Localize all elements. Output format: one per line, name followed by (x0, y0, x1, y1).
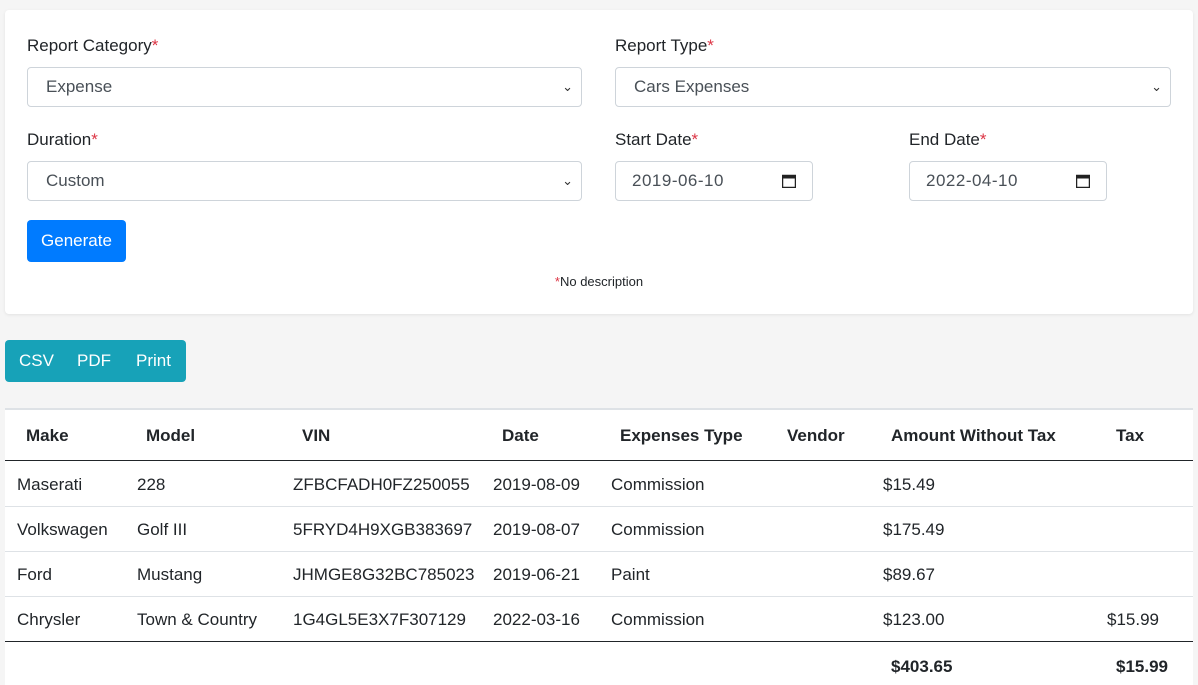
end-date-input[interactable]: 2022-04-10 (909, 161, 1107, 201)
column-header-make[interactable]: Make (26, 426, 69, 446)
calendar-icon[interactable] (782, 174, 796, 188)
column-header-vin[interactable]: VIN (302, 426, 330, 446)
cell-date: 2022-03-16 (493, 610, 580, 629)
cell-date: 2019-08-09 (493, 475, 580, 494)
column-header-tax[interactable]: Tax (1116, 426, 1144, 446)
generate-button[interactable]: Generate (27, 220, 126, 262)
cell-vin: JHMGE8G32BC785023 (293, 565, 475, 584)
cell-model: Mustang (137, 565, 203, 584)
header-divider (5, 460, 1193, 461)
report-type-select[interactable]: Cars Expenses ⌄ (615, 67, 1171, 107)
total-tax: $15.99 (1116, 657, 1168, 676)
description-note: *No description (554, 274, 644, 289)
cell-date: 2019-06-21 (493, 565, 580, 584)
expenses-table: Make Model VIN Date Expenses Type Vendor… (5, 408, 1193, 685)
export-button-group: CSV PDF Print (5, 340, 186, 382)
row-divider (5, 596, 1193, 597)
cell-model: 228 (137, 475, 166, 494)
report-category-label: Report Category* (27, 36, 159, 55)
start-date-input[interactable]: 2019-06-10 (615, 161, 813, 201)
cell-amount: $89.67 (883, 565, 935, 584)
report-category-select[interactable]: Expense ⌄ (27, 67, 582, 107)
footer-divider (5, 641, 1193, 642)
report-type-label: Report Type* (615, 36, 714, 55)
chevron-down-icon: ⌄ (1151, 79, 1162, 94)
pdf-button[interactable]: PDF (77, 340, 111, 382)
duration-label: Duration* (27, 130, 98, 149)
start-date-label: Start Date* (615, 130, 699, 149)
cell-vin: 1G4GL5E3X7F307129 (293, 610, 466, 629)
cell-model: Golf III (137, 520, 188, 539)
print-button[interactable]: Print (136, 340, 171, 382)
cell-expenses-type: Paint (611, 565, 650, 584)
cell-expenses-type: Commission (611, 475, 705, 494)
cell-make: Maserati (17, 475, 83, 494)
cell-tax: $15.99 (1107, 610, 1159, 629)
column-header-model[interactable]: Model (146, 426, 195, 446)
cell-amount: $15.49 (883, 475, 935, 494)
cell-make: Chrysler (17, 610, 81, 629)
calendar-icon[interactable] (1076, 174, 1090, 188)
total-amount: $403.65 (891, 657, 953, 676)
report-filter-card: Report Category* Expense ⌄ Report Type* … (5, 10, 1193, 314)
duration-select[interactable]: Custom ⌄ (27, 161, 582, 201)
csv-button[interactable]: CSV (19, 340, 54, 382)
end-date-label: End Date* (909, 130, 987, 149)
cell-make: Ford (17, 565, 52, 584)
column-header-amount[interactable]: Amount Without Tax (891, 426, 1056, 446)
cell-expenses-type: Commission (611, 520, 705, 539)
chevron-down-icon: ⌄ (562, 79, 573, 94)
column-header-date[interactable]: Date (502, 426, 539, 446)
cell-amount: $123.00 (883, 610, 945, 629)
cell-model: Town & Country (137, 610, 257, 629)
cell-amount: $175.49 (883, 520, 945, 539)
column-header-vendor[interactable]: Vendor (787, 426, 845, 446)
row-divider (5, 506, 1193, 507)
cell-make: Volkswagen (17, 520, 108, 539)
cell-vin: ZFBCFADH0FZ250055 (293, 475, 470, 494)
cell-vin: 5FRYD4H9XGB383697 (293, 520, 473, 539)
row-divider (5, 551, 1193, 552)
column-header-expenses-type[interactable]: Expenses Type (620, 426, 743, 446)
cell-date: 2019-08-07 (493, 520, 580, 539)
cell-expenses-type: Commission (611, 610, 705, 629)
chevron-down-icon: ⌄ (562, 173, 573, 188)
